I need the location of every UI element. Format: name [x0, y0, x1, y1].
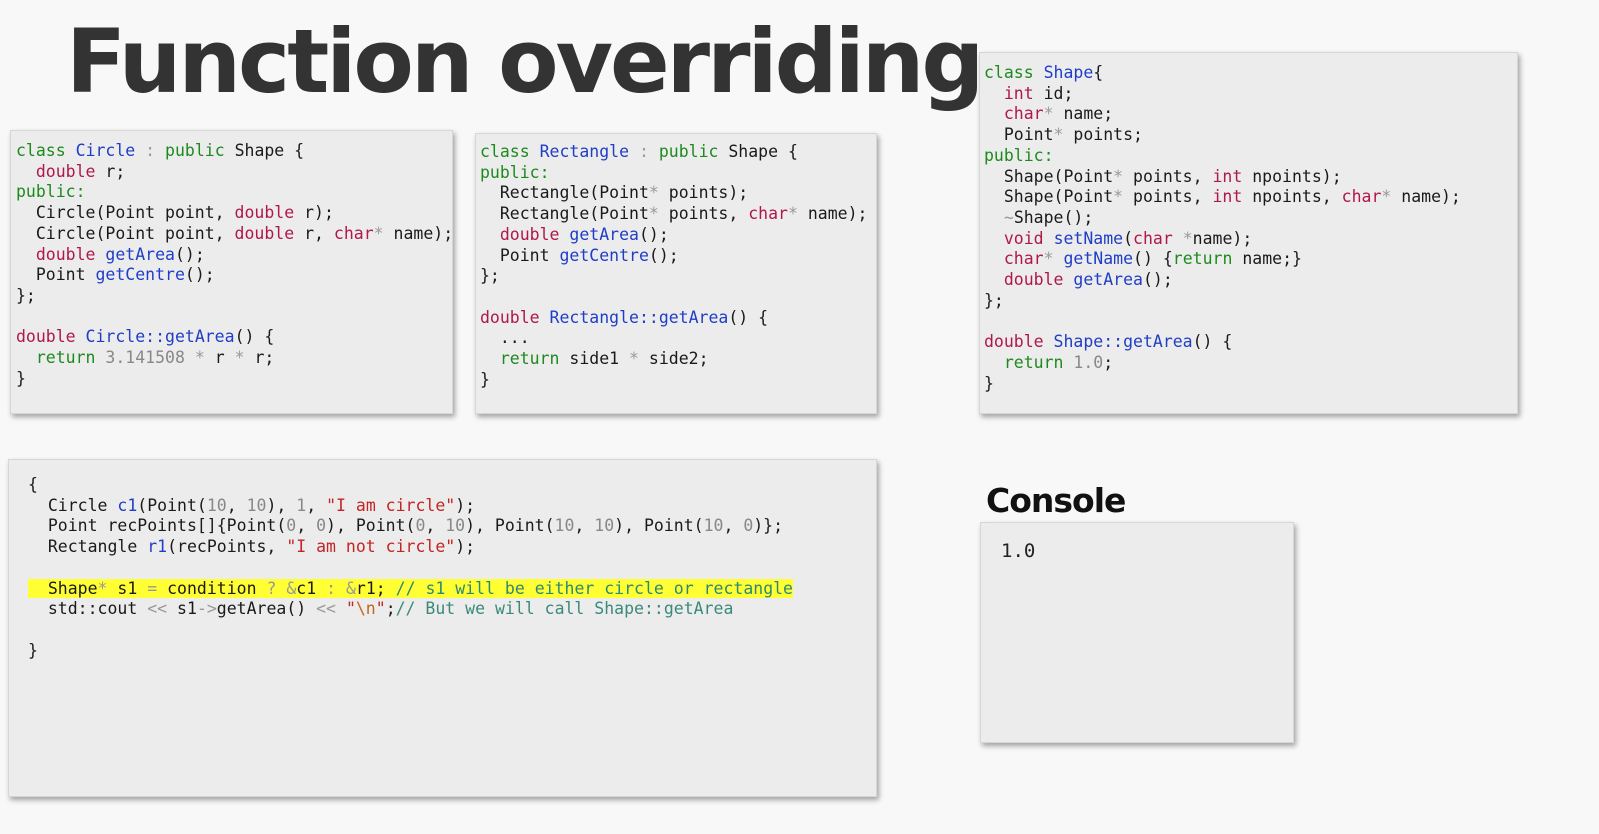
code-line: }	[984, 373, 994, 393]
shape-code: class Shape{ int id; char* name; Point* …	[984, 63, 1517, 394]
code-line: public:	[16, 182, 86, 202]
circle-code: class Circle : public Shape { double r; …	[16, 141, 454, 389]
shape-code-panel: class Shape{ int id; char* name; Point* …	[979, 52, 1518, 414]
circle-code-panel: class Circle : public Shape { double r; …	[10, 130, 453, 414]
code-line: {	[28, 475, 38, 494]
code-line: public:	[984, 145, 1054, 165]
console-panel: 1.0	[980, 522, 1294, 743]
code-line: return 3.141508 * r * r;	[35, 348, 275, 368]
rectangle-code-panel: class Rectangle : public Shape { public:…	[475, 133, 877, 414]
code-line: };	[480, 266, 500, 286]
console-heading: Console	[986, 481, 1126, 520]
code-line: double getArea();	[35, 244, 205, 264]
code-line: };	[16, 285, 36, 305]
code-line: double Rectangle::getArea() {	[480, 307, 769, 327]
slide-title: Function overriding	[66, 10, 984, 113]
code-line: }	[28, 640, 38, 660]
code-line: Rectangle(Point* points, char* name);	[480, 204, 868, 224]
code-line: class Shape{	[984, 63, 1104, 82]
code-line: Point recPoints[]{Point(0, 0), Point(0, …	[28, 516, 784, 536]
code-line: std::cout << s1->getArea() << "\n";// Bu…	[28, 599, 734, 619]
code-line: return 1.0;	[1003, 352, 1114, 372]
rectangle-code: class Rectangle : public Shape { public:…	[480, 142, 876, 390]
code-line: Shape(Point* points, int npoints, char* …	[984, 187, 1461, 207]
code-line: double r;	[35, 161, 126, 181]
code-line: double getArea();	[499, 224, 669, 244]
code-line: double Circle::getArea() {	[16, 327, 275, 347]
code-line: Point* points;	[984, 125, 1143, 145]
code-line: Rectangle(Point* points);	[480, 183, 749, 203]
code-line: void setName(char *name);	[1003, 228, 1253, 248]
main-code-panel: { Circle c1(Point(10, 10), 1, "I am circ…	[8, 459, 877, 797]
code-line: ~Shape();	[1003, 207, 1094, 227]
code-line: class Rectangle : public Shape {	[480, 142, 798, 161]
code-line: Point getCentre();	[480, 245, 679, 265]
code-line: char* name;	[1003, 104, 1114, 124]
code-line: char* getName() {return name;}	[1003, 249, 1302, 269]
code-line: };	[984, 290, 1004, 310]
code-line: Shape(Point* points, int npoints);	[984, 166, 1342, 186]
main-code: { Circle c1(Point(10, 10), 1, "I am circ…	[28, 475, 876, 661]
code-line: ...	[480, 328, 530, 348]
code-line: Rectangle r1(recPoints, "I am not circle…	[28, 537, 476, 557]
code-line: double getArea();	[1003, 270, 1173, 290]
code-line: }	[480, 369, 490, 389]
highlighted-code-line: Shape* s1 = condition ? &c1 : &r1; // s1…	[28, 578, 793, 598]
code-line: Circle(Point point, double r);	[16, 203, 334, 223]
code-line: public:	[480, 162, 550, 182]
console-output: 1.0	[1001, 540, 1036, 562]
code-line: double Shape::getArea() {	[984, 332, 1233, 352]
code-line: Circle(Point point, double r, char* name…	[16, 223, 454, 243]
code-line: int id;	[1003, 83, 1074, 103]
code-line: return side1 * side2;	[499, 349, 709, 369]
code-line: Point getCentre();	[16, 265, 215, 285]
code-line: }	[16, 368, 26, 388]
code-line: class Circle : public Shape {	[16, 141, 305, 160]
code-line: Circle c1(Point(10, 10), 1, "I am circle…	[28, 495, 476, 515]
